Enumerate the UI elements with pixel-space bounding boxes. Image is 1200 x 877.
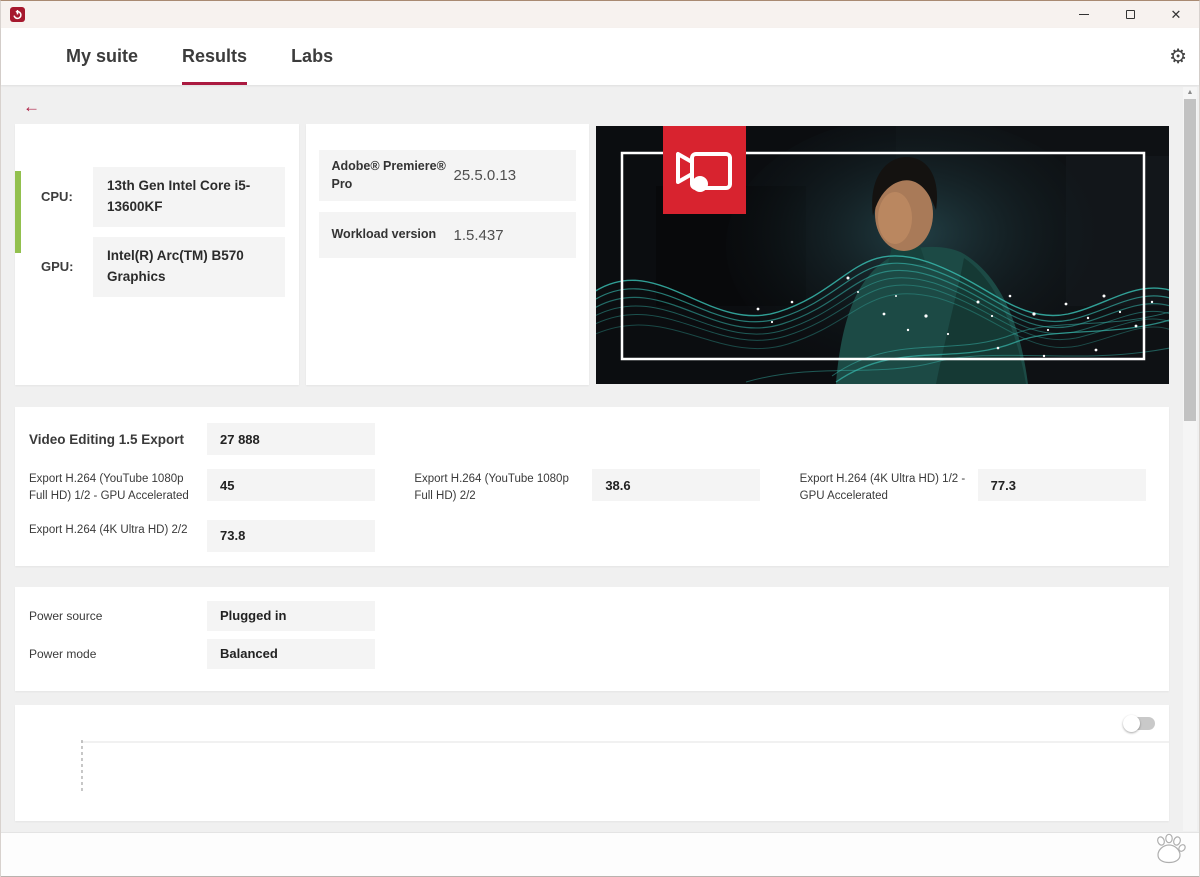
close-button[interactable]: ✕ bbox=[1153, 1, 1199, 28]
detail-row: Power source Plugged in bbox=[29, 600, 1155, 631]
score-label: Video Editing 1.5 Export bbox=[29, 432, 185, 447]
score-cell: Export H.264 (4K Ultra HD) 2/2 73.8 bbox=[29, 519, 384, 552]
score-label: Export H.264 (YouTube 1080p Full HD) 1/2… bbox=[29, 473, 189, 503]
nav-bar: My suite Results Labs ⚙ bbox=[1, 28, 1199, 85]
monitoring-chart-plot bbox=[81, 739, 1169, 792]
vertical-scrollbar[interactable]: ▲ bbox=[1183, 87, 1197, 831]
additional-details-card: Power source Plugged in Power mode Balan… bbox=[15, 586, 1169, 691]
maximize-button[interactable] bbox=[1107, 1, 1153, 28]
tab-my-suite[interactable]: My suite bbox=[66, 28, 138, 85]
show-details-toggle[interactable] bbox=[1123, 714, 1155, 732]
detail-value: Balanced bbox=[207, 638, 375, 669]
hardware-value: Intel(R) Arc(TM) B570 Graphics bbox=[93, 236, 286, 297]
hardware-value: 13th Gen Intel Core i5-13600KF bbox=[93, 167, 286, 227]
back-button[interactable]: ← bbox=[23, 98, 49, 115]
score-value: 77.3 bbox=[977, 469, 1146, 501]
detail-label: Power source bbox=[29, 608, 103, 623]
video-camera-badge bbox=[663, 126, 747, 214]
benchmark-hero-image bbox=[596, 126, 1169, 384]
nav-items: My suite Results Labs bbox=[66, 28, 333, 85]
monitoring-chart bbox=[81, 739, 1169, 792]
version-row: Workload version 1.5.437 bbox=[319, 212, 577, 258]
score-value: 45 bbox=[207, 469, 375, 501]
version-value: 1.5.437 bbox=[453, 226, 504, 244]
hero-illustration bbox=[596, 126, 1169, 384]
window-titlebar: ✕ bbox=[1, 1, 1199, 28]
version-value: 25.5.0.13 bbox=[453, 167, 517, 184]
detail-value: Plugged in bbox=[207, 600, 375, 631]
score-value: 73.8 bbox=[207, 519, 375, 552]
hardware-label: CPU: bbox=[41, 189, 73, 205]
main-content: ← CPU: 13th Gen Intel Core i5-13600KF GP… bbox=[1, 85, 1199, 877]
monitoring-card bbox=[15, 704, 1169, 821]
scrollbar-up-arrow-icon[interactable]: ▲ bbox=[1183, 89, 1197, 96]
score-label: Export H.264 (4K Ultra HD) 1/2 - GPU Acc… bbox=[799, 473, 966, 503]
score-label: Export H.264 (YouTube 1080p Full HD) 2/2 bbox=[414, 473, 569, 503]
procyon-app-icon bbox=[10, 7, 25, 22]
score-value: 38.6 bbox=[592, 469, 761, 501]
hardware-label: GPU: bbox=[41, 259, 74, 275]
tab-labs[interactable]: Labs bbox=[291, 28, 333, 85]
benchmark-score-card: CPU: 13th Gen Intel Core i5-13600KF GPU:… bbox=[15, 124, 300, 385]
window-controls: ✕ bbox=[1061, 1, 1199, 28]
toggle-knob bbox=[1123, 714, 1140, 732]
version-rows: Adobe® Premiere® Pro 25.5.0.13 Workload … bbox=[319, 150, 577, 258]
score-accent-bar bbox=[15, 171, 21, 253]
score-value: 27 888 bbox=[207, 423, 375, 455]
detailed-scores-card: Video Editing 1.5 Export 27 888 Export H… bbox=[15, 407, 1169, 566]
version-label: Workload version bbox=[331, 227, 437, 242]
application-versions-card: Adobe® Premiere® Pro 25.5.0.13 Workload … bbox=[306, 124, 590, 385]
footer-toolbar bbox=[1, 832, 1199, 877]
version-row: Adobe® Premiere® Pro 25.5.0.13 bbox=[319, 150, 577, 201]
hardware-row: CPU: 13th Gen Intel Core i5-13600KF bbox=[23, 167, 286, 227]
minimize-button[interactable] bbox=[1061, 1, 1107, 28]
hardware-row: GPU: Intel(R) Arc(TM) B570 Graphics bbox=[23, 236, 286, 297]
tab-results[interactable]: Results bbox=[182, 28, 248, 85]
version-label: Adobe® Premiere® Pro bbox=[331, 159, 446, 191]
scrollbar-thumb[interactable] bbox=[1184, 99, 1196, 421]
detail-label: Power mode bbox=[29, 646, 97, 661]
score-cell: Video Editing 1.5 Export 27 888 bbox=[29, 423, 384, 455]
detailed-scores-grid: Video Editing 1.5 Export 27 888 Export H… bbox=[29, 423, 1155, 552]
back-arrow-icon: ← bbox=[23, 97, 40, 116]
settings-gear-icon[interactable]: ⚙ bbox=[1169, 47, 1187, 67]
score-cell: Export H.264 (4K Ultra HD) 1/2 - GPU Acc… bbox=[800, 469, 1155, 506]
detail-row: Power mode Balanced bbox=[29, 638, 1155, 669]
score-label: Export H.264 (4K Ultra HD) 2/2 bbox=[29, 523, 188, 536]
score-cell: Export H.264 (YouTube 1080p Full HD) 2/2… bbox=[414, 469, 769, 506]
score-cell: Export H.264 (YouTube 1080p Full HD) 1/2… bbox=[29, 469, 384, 506]
